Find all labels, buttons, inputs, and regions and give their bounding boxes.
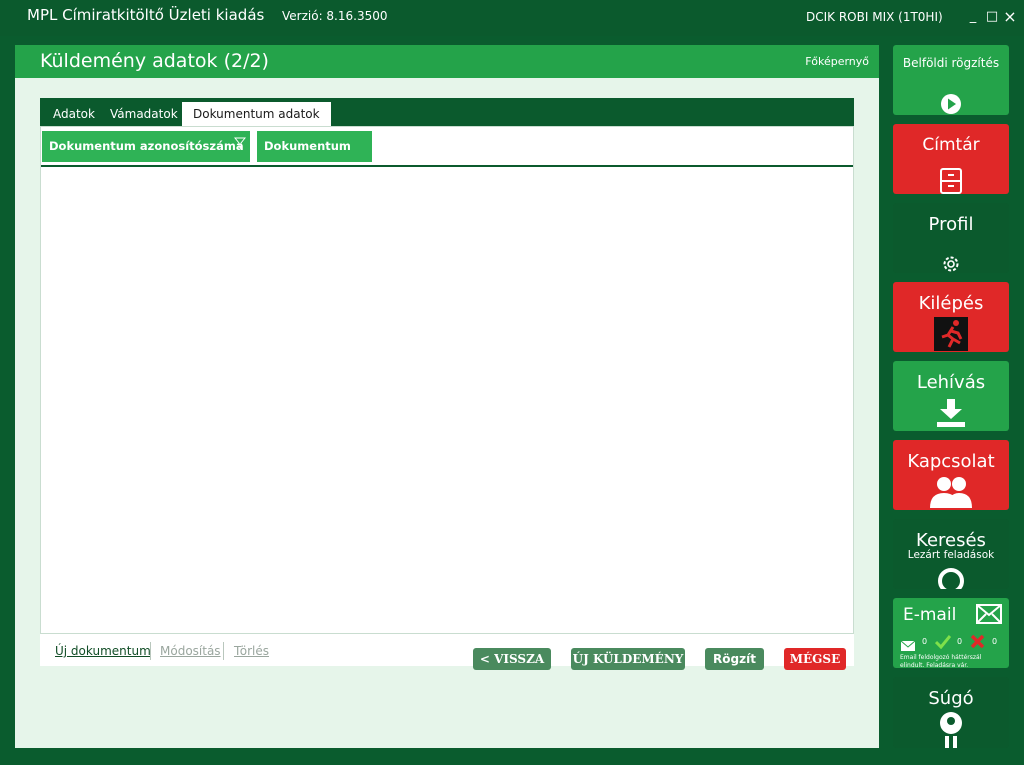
help-icon: [893, 711, 1009, 748]
logout-tile[interactable]: Kilépés: [893, 282, 1009, 352]
separator: [150, 642, 151, 660]
separator: [223, 642, 224, 660]
delete-link[interactable]: Törlés: [234, 644, 269, 658]
tile-label: E-mail: [903, 605, 957, 625]
column-header-document-name[interactable]: Dokumentum név: [257, 131, 372, 184]
close-button[interactable]: ×: [1003, 9, 1017, 25]
minimize-button[interactable]: _: [966, 9, 980, 25]
cancel-button[interactable]: MÉGSE: [784, 648, 846, 670]
back-button[interactable]: < VISSZA: [473, 648, 551, 670]
tile-sublabel: Lezárt feladások: [907, 549, 995, 561]
app-version: Verzió: 8.16.3500: [282, 9, 388, 23]
error-icon: [970, 634, 985, 653]
tile-label: Lehívás: [916, 372, 986, 393]
magnifier-icon: [893, 567, 1009, 589]
tile-label: Kapcsolat: [907, 451, 995, 472]
tile-label: Kilépés: [918, 293, 984, 314]
email-status-text: Email feldolgozó háttérszál elindult. Fe…: [900, 654, 982, 668]
tile-label: Keresés: [916, 530, 986, 551]
directory-tile[interactable]: Címtár: [893, 124, 1009, 194]
save-button[interactable]: Rögzít: [705, 648, 764, 670]
envelope-icon: [976, 603, 1002, 629]
tab-dokumentum-adatok[interactable]: Dokumentum adatok: [182, 102, 331, 126]
tab-adatok[interactable]: Adatok: [42, 102, 106, 126]
success-count: 0: [957, 637, 963, 646]
panel-header: Küldemény adatok (2/2) Főképernyő: [15, 45, 879, 78]
main-panel: Küldemény adatok (2/2) Főképernyő Adatok…: [15, 45, 879, 748]
exit-icon: [893, 317, 1009, 352]
profile-tile[interactable]: Profil: [893, 203, 1009, 273]
search-tile[interactable]: Keresés Lezárt feladások: [893, 519, 1009, 589]
gear-icon: [893, 253, 1009, 273]
user-name: DCIK ROBI MIX (1T0HI): [806, 10, 943, 24]
column-header-label: Dokumentum azonosítószáma: [49, 139, 244, 153]
play-icon: [893, 93, 1009, 115]
app-title: MPL Címiratkitöltő Üzleti kiadás: [27, 6, 265, 24]
help-tile[interactable]: Súgó: [893, 677, 1009, 748]
home-link[interactable]: Főképernyő: [805, 55, 869, 68]
tile-label: Belföldi rögzítés: [902, 56, 1000, 70]
contact-tile[interactable]: Kapcsolat: [893, 440, 1009, 510]
tab-bar: Adatok Vámadatok Dokumentum adatok: [40, 98, 854, 126]
mail-count: 0: [922, 637, 928, 646]
maximize-button[interactable]: □: [985, 9, 999, 25]
check-icon: [934, 634, 952, 653]
title-bar: MPL Címiratkitöltő Üzleti kiadás Verzió:…: [0, 0, 1024, 36]
mail-count-icon: [900, 636, 916, 655]
people-icon: [893, 476, 1009, 510]
download-icon: [893, 397, 1009, 431]
pickup-tile[interactable]: Lehívás: [893, 361, 1009, 431]
tile-label: Profil: [928, 214, 974, 235]
tile-label: Címtár: [922, 135, 980, 155]
tile-label: Súgó: [928, 688, 974, 709]
cabinet-icon: [893, 168, 1009, 194]
grid-header: Dokumentum azonosítószáma Dokumentum név: [41, 127, 853, 184]
domestic-entry-tile[interactable]: Belföldi rögzítés: [893, 45, 1009, 115]
document-grid: Dokumentum azonosítószáma Dokumentum név: [40, 126, 854, 634]
column-header-document-id[interactable]: Dokumentum azonosítószáma: [42, 131, 250, 162]
page-title: Küldemény adatok (2/2): [40, 50, 269, 72]
filter-icon[interactable]: [234, 137, 246, 149]
error-count: 0: [992, 637, 998, 646]
edit-link[interactable]: Módosítás: [160, 644, 221, 658]
tab-vamadatok[interactable]: Vámadatok: [99, 102, 189, 126]
new-shipment-button[interactable]: ÚJ KÜLDEMÉNY: [571, 648, 685, 670]
new-document-link[interactable]: Új dokumentum: [55, 644, 151, 658]
email-tile[interactable]: E-mail 0 0 0 Email feldolgozó háttérszál…: [893, 598, 1009, 668]
